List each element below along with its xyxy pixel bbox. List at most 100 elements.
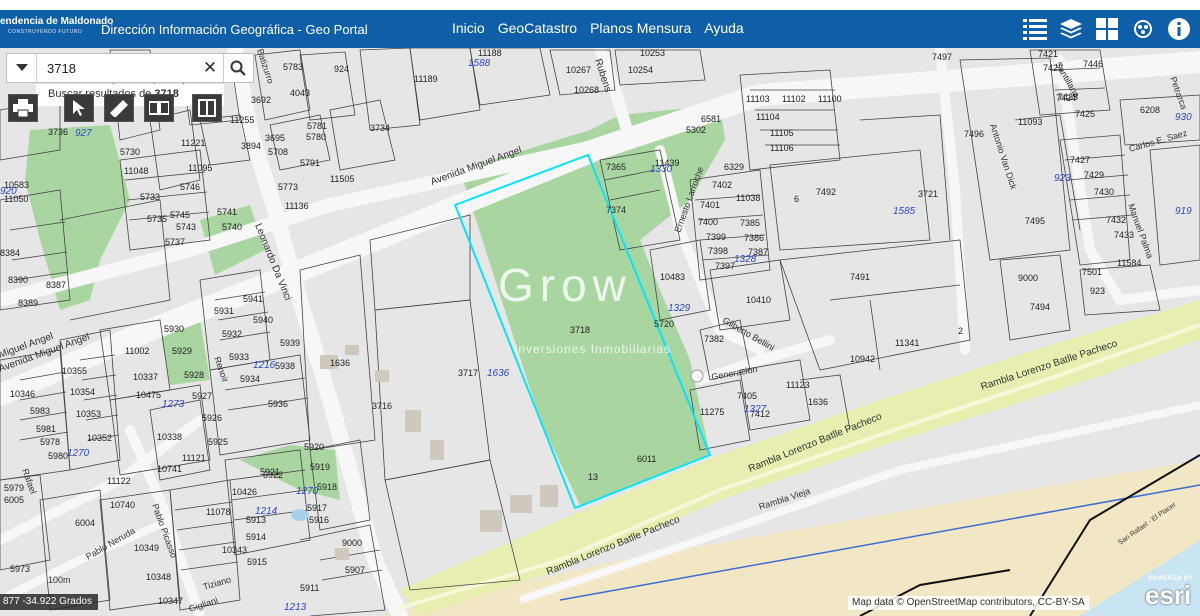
parcel-label: 10343 [222, 545, 247, 555]
parcel-label: 10426 [232, 487, 257, 497]
compare-button[interactable] [144, 94, 174, 122]
parcel-label: 5980 [48, 451, 68, 461]
parcel-label: 6004 [75, 518, 95, 528]
brand-name: endencia de Maldonado [0, 16, 114, 27]
parcel-label: 11505 [330, 174, 354, 184]
nav-geocatastro[interactable]: GeoCatastro [498, 20, 577, 36]
caret-down-icon [15, 64, 28, 71]
map-canvas[interactable]: Avenida Miguel AngelAvenida Miguel Angel… [0, 48, 1200, 616]
parcel-label: 924 [334, 64, 349, 74]
nav-inicio[interactable]: Inicio [452, 20, 485, 36]
parcel-label: 11341 [895, 338, 919, 348]
parcel-label: 3692 [251, 95, 271, 105]
parcel-label: 11275 [700, 407, 724, 417]
parcel-label: 10338 [157, 432, 182, 442]
parcel-label: 10349 [134, 543, 159, 553]
grid-icon[interactable] [1094, 16, 1120, 42]
pointer-button[interactable] [64, 94, 94, 122]
parcel-label: 7365 [606, 162, 626, 172]
measure-icon [110, 100, 128, 117]
block-label: 1216 [253, 360, 276, 371]
parcel-label: 10267 [566, 65, 591, 75]
parcel-label: 7421 [1038, 49, 1058, 59]
parcel-label: 8389 [18, 298, 38, 308]
parcel-label: 6005 [4, 495, 24, 505]
esri-logo[interactable]: POWERED BY esri [1145, 576, 1197, 612]
block-label: 1329 [668, 303, 691, 314]
measure-button[interactable] [104, 94, 134, 122]
parcel-label: 5929 [172, 346, 192, 356]
parcel-label: 7427 [1070, 155, 1090, 165]
print-button[interactable] [8, 94, 38, 122]
parcel-label: 11104 [756, 112, 780, 122]
search-source-dropdown[interactable] [7, 54, 37, 82]
layers-icon[interactable] [1058, 16, 1084, 42]
parcel-label: 4043 [290, 88, 310, 98]
parcel-label: 11095 [188, 163, 212, 173]
brand-logo[interactable]: endencia de Maldonado CONSTRUYENDO FUTUR… [0, 16, 113, 42]
block-label: 1328 [734, 254, 757, 265]
parcel-label: 10353 [76, 409, 101, 419]
parcel-label: 8387 [46, 280, 66, 290]
parcel-label: 13 [588, 472, 598, 482]
parcel-label: 5746 [180, 182, 200, 192]
parcel-label: 6011 [637, 454, 656, 464]
esri-wordmark: esri [1145, 580, 1192, 610]
parcel-label: 5907 [345, 565, 365, 575]
parcel-label: 7433 [1114, 230, 1134, 240]
list-icon[interactable] [1022, 16, 1048, 42]
parcel-label: 5783 [283, 62, 303, 72]
parcel-label: 11103 [746, 94, 770, 104]
parcel-label: 7491 [850, 272, 870, 282]
parcel-label: 10337 [133, 372, 158, 382]
parcel-label: 5939 [280, 338, 300, 348]
parcel-label: 3717 [458, 368, 478, 378]
parcel-label: 11100 [818, 94, 842, 104]
parcel-label: 7492 [816, 187, 836, 197]
parcel-label: 11255 [230, 115, 254, 125]
nav-ayuda[interactable]: Ayuda [704, 20, 743, 36]
block-label: 1213 [284, 602, 307, 613]
parcel-label: 5302 [686, 125, 706, 135]
parcel-label: 11038 [736, 193, 760, 203]
parcel-label: 5941 [243, 294, 263, 304]
parcel-label: 11136 [285, 201, 309, 211]
parcel-label: 7422 [1043, 63, 1063, 73]
search-input[interactable] [37, 54, 197, 82]
parcel-label: 11106 [770, 143, 794, 153]
parcel-label: 5740 [222, 222, 242, 232]
geo-portal-app: endencia de Maldonado CONSTRUYENDO FUTUR… [0, 0, 1200, 616]
parcel-label: 6581 [701, 114, 721, 124]
parcel-label: 5730 [120, 147, 140, 157]
basemap-icon[interactable] [1130, 16, 1156, 42]
parcel-label: 5930 [164, 324, 184, 334]
print-icon [13, 99, 33, 117]
block-label: 1214 [255, 506, 278, 517]
parcel-label: 7401 [700, 200, 720, 210]
block-label: 923 [1054, 173, 1071, 184]
parcel-label: 5933 [229, 352, 249, 362]
parcel-label: 10355 [62, 366, 87, 376]
info-icon[interactable] [1166, 16, 1192, 42]
parcel-label: 5911 [300, 583, 319, 593]
block-label: 1273 [162, 399, 185, 410]
parcel-label: 5978 [40, 437, 60, 447]
parcel-label: 11078 [206, 507, 230, 517]
parcel-label: 5745 [170, 210, 190, 220]
parcel-label: 5981 [36, 424, 56, 434]
parcel-label: 8390 [8, 275, 28, 285]
location-marker[interactable] [690, 369, 704, 383]
parcel-label: 5936 [268, 399, 288, 409]
map-attribution[interactable]: Map data © OpenStreetMap contributors, C… [848, 596, 1089, 610]
search-button[interactable] [223, 54, 251, 82]
nav-planos-mensura[interactable]: Planos Mensura [590, 20, 691, 36]
split-button[interactable] [192, 94, 222, 122]
parcel-label: 3718 [570, 325, 590, 335]
parcel-label: 10268 [574, 85, 599, 95]
parcel-label: 5917 [307, 503, 327, 513]
parcel-label: 7501 [1082, 267, 1102, 277]
parcel-label: 5915 [247, 557, 267, 567]
parcel-label: 10347 [158, 596, 183, 606]
clear-icon[interactable]: ✕ [197, 54, 223, 82]
parcel-label: 5773 [278, 182, 298, 192]
